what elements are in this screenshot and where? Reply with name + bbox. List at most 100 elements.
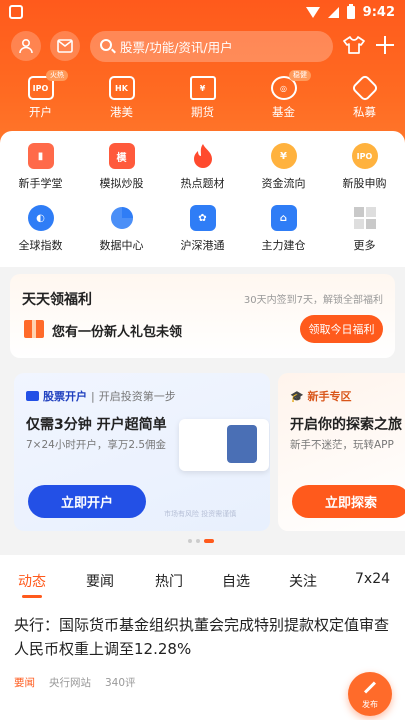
welfare-hint: 30天内签到7天，解锁全部福利: [243, 295, 383, 306]
grid-item-label: 全球指数: [18, 239, 63, 252]
welfare-title: 天天领福利: [22, 292, 92, 308]
newbie-banner-headline: 开启你的探索之旅: [290, 417, 402, 433]
search-icon: [100, 39, 112, 51]
newbie-banner-tag: 🎓 新手专区: [290, 388, 352, 404]
welfare-card: 天天领福利 30天内签到7天，解锁全部福利 您有一份新人礼包未领 领取今日福利: [10, 274, 395, 358]
wifi-icon: [305, 7, 320, 18]
coin-icon: ¥: [270, 143, 297, 169]
grid-item-capital-flow[interactable]: ¥ 资金流向: [243, 143, 324, 191]
publish-button[interactable]: 发布: [348, 672, 392, 716]
quick-nav-label: 开户: [29, 105, 52, 119]
feed-tabs: 动态 要闻 热门 自选 关注 7x24: [0, 567, 405, 599]
quick-nav-label: 期货: [191, 105, 214, 119]
grid-item-more[interactable]: 更多: [324, 205, 405, 253]
carousel-dot: [188, 539, 192, 543]
quick-nav: 火热 IPO 开户 HK 港美 ¥ 期货 稳健 ◎ 基金 私募: [0, 70, 405, 126]
id-card-illustration: [179, 419, 269, 471]
tab-7x24[interactable]: 7x24: [355, 571, 390, 587]
hk-us-icon: HK: [108, 76, 135, 100]
gift-icon: [24, 320, 44, 338]
grid-item-label: 新手学堂: [18, 177, 63, 190]
skin-button[interactable]: [343, 35, 365, 59]
add-button[interactable]: [375, 35, 395, 59]
pen-icon: [363, 681, 377, 694]
tab-dynamic[interactable]: 动态: [18, 571, 46, 598]
hk-link-icon: ✿: [189, 205, 216, 231]
quick-nav-private[interactable]: 私募: [324, 73, 405, 126]
grid-item-ipo[interactable]: IPO 新股申购: [324, 143, 405, 191]
grid-item-hot[interactable]: 热点题材: [162, 143, 243, 191]
grid-item-label: 沪深港通: [180, 239, 225, 252]
simulate-icon: 模: [108, 143, 135, 169]
quick-nav-fund[interactable]: 稳健 ◎ 基金: [243, 70, 324, 126]
news-source: 央行网站: [49, 677, 91, 689]
account-banner-subline: 7×24小时开户，享万2.5佣金: [26, 439, 167, 451]
pie-icon: [109, 205, 135, 231]
more-grid-icon: [352, 205, 378, 231]
grid-item-label: 资金流向: [261, 177, 306, 190]
ipo-icon: IPO: [351, 143, 378, 169]
private-fund-icon: [350, 73, 379, 103]
newbie-banner-tag-label: 新手专区: [307, 390, 352, 403]
account-banner-tag: 股票开户: [43, 390, 87, 403]
grid-item-data-center[interactable]: 数据中心: [81, 205, 162, 253]
search-placeholder: 股票/功能/资讯/用户: [120, 40, 233, 55]
account-banner[interactable]: 股票开户 | 开启投资第一步 仅需3分钟 开户超简单 7×24小时开户，享万2.…: [14, 373, 270, 531]
quick-nav-futures[interactable]: ¥ 期货: [162, 76, 243, 126]
tab-watchlist[interactable]: 自选: [222, 571, 250, 591]
quick-nav-hk-us[interactable]: HK 港美: [81, 76, 162, 126]
tab-follow[interactable]: 关注: [289, 571, 317, 591]
claim-welfare-button[interactable]: 领取今日福利: [300, 315, 383, 343]
quick-nav-label: 基金: [272, 105, 295, 119]
tab-headlines[interactable]: 要闻: [86, 571, 114, 591]
account-banner-footnote: 市场有风险 投资需谨慎: [164, 510, 237, 518]
function-grid-card: ▮ 新手学堂 模 模拟炒股 热点题材 ¥ 资金流向 IPO 新股申购 ◐ 全球指…: [0, 131, 405, 267]
building-icon: ⌂: [270, 205, 297, 231]
quick-nav-badge: 稳健: [289, 70, 311, 81]
battery-icon: [346, 4, 355, 19]
newbie-banner[interactable]: 🎓 新手专区 开启你的探索之旅 新手不迷茫，玩转APP 立即探索: [278, 373, 405, 531]
grid-item-hk-connect[interactable]: ✿ 沪深港通: [162, 205, 243, 253]
account-banner-headline: 仅需3分钟 开户超简单: [26, 417, 167, 433]
account-banner-tag-sub: 开启投资第一步: [98, 390, 176, 403]
cap-icon: 🎓: [290, 390, 304, 403]
id-card-icon: [26, 391, 39, 401]
futures-icon: ¥: [189, 76, 216, 100]
grid-item-label: 更多: [353, 239, 376, 252]
grid-item-novice[interactable]: ▮ 新手学堂: [0, 143, 81, 191]
grid-item-label: 数据中心: [99, 239, 144, 252]
news-comments: 340评: [105, 677, 136, 689]
carousel-indicator: [188, 539, 214, 543]
publish-label: 发布: [362, 700, 378, 709]
user-avatar-button[interactable]: [11, 31, 41, 61]
user-icon: [19, 38, 33, 54]
grid-item-simulate[interactable]: 模 模拟炒股: [81, 143, 162, 191]
news-title[interactable]: 央行：国际货币基金组织执董会完成特别提款权定值审查 人民币权重上调至12.28%: [14, 613, 394, 661]
notification-icon: [9, 5, 23, 19]
grid-item-label: 热点题材: [180, 177, 225, 190]
quick-nav-account[interactable]: 火热 IPO 开户: [0, 70, 81, 126]
grid-item-label: 主力建仓: [261, 239, 306, 252]
welfare-message: 您有一份新人礼包未领: [52, 325, 183, 340]
globe-icon: ◐: [27, 205, 54, 231]
book-icon: ▮: [27, 143, 54, 169]
carousel-dot: [196, 539, 200, 543]
quick-nav-label: 港美: [110, 105, 133, 119]
explore-button[interactable]: 立即探索: [292, 485, 405, 518]
tab-hot[interactable]: 热门: [155, 571, 183, 591]
open-account-button[interactable]: 立即开户: [28, 485, 146, 518]
mail-icon: [57, 39, 73, 53]
carousel-dot-active: [204, 539, 214, 543]
grid-item-main-force[interactable]: ⌂ 主力建仓: [243, 205, 324, 253]
shirt-icon: [343, 36, 365, 54]
grid-item-label: 新股申购: [342, 177, 387, 190]
status-time: 9:42: [362, 5, 395, 20]
plus-icon: [376, 36, 394, 54]
quick-nav-badge: 火热: [46, 70, 68, 81]
news-meta: 要闻 央行网站 340评: [14, 675, 136, 690]
search-input[interactable]: 股票/功能/资讯/用户: [90, 31, 333, 62]
message-button[interactable]: [50, 31, 80, 61]
fire-icon: [190, 143, 216, 169]
grid-item-global-index[interactable]: ◐ 全球指数: [0, 205, 81, 253]
newbie-banner-subline: 新手不迷茫，玩转APP: [290, 439, 394, 451]
